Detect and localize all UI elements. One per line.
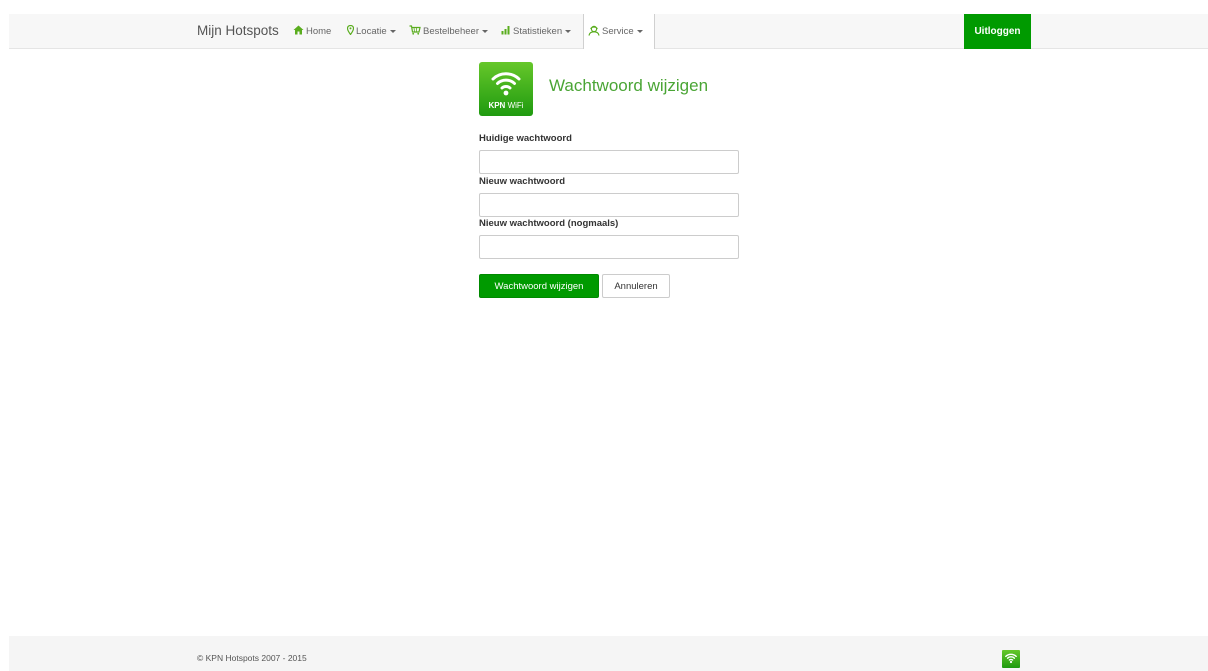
new-password-field[interactable]	[479, 193, 739, 217]
nav-statistieken[interactable]: Statistieken	[501, 14, 572, 49]
change-password-button[interactable]: Wachtwoord wijzigen	[479, 274, 599, 298]
wifi-icon	[1005, 653, 1017, 664]
nav-bestelbeheer-label: Bestelbeheer	[423, 26, 479, 37]
top-navbar: Mijn Hotspots Home Locatie Bestelbeheer …	[9, 14, 1208, 49]
copyright-text: © KPN Hotspots 2007 - 2015	[197, 653, 307, 663]
logo-kpn-text: KPN	[488, 101, 506, 110]
kpn-wifi-small-logo	[1002, 650, 1020, 668]
nav-statistieken-label: Statistieken	[513, 26, 563, 37]
new-password-label: Nieuw wachtwoord	[479, 176, 566, 187]
cancel-button[interactable]: Annuleren	[602, 274, 670, 298]
nav-locatie-label: Locatie	[356, 26, 387, 37]
brand-title[interactable]: Mijn Hotspots	[197, 23, 279, 38]
home-icon	[293, 25, 304, 38]
nav-service-label: Service	[602, 26, 634, 37]
page-title: Wachtwoord wijzigen	[549, 76, 709, 95]
footer: © KPN Hotspots 2007 - 2015	[9, 636, 1208, 671]
current-password-field[interactable]	[479, 150, 739, 174]
map-marker-icon	[346, 24, 355, 38]
chevron-down-icon	[565, 30, 572, 33]
chevron-down-icon	[481, 30, 488, 33]
kpn-wifi-logo: KPN WiFi	[479, 62, 533, 116]
wifi-icon	[491, 72, 521, 96]
repeat-password-label: Nieuw wachtwoord (nogmaals)	[479, 218, 619, 229]
logout-button[interactable]: Uitloggen	[964, 14, 1031, 49]
support-icon	[588, 25, 600, 39]
nav-bestelbeheer[interactable]: Bestelbeheer	[409, 14, 488, 49]
nav-home[interactable]: Home	[293, 14, 331, 49]
chevron-down-icon	[636, 30, 643, 33]
logo-wifi-text: WiFi	[507, 101, 524, 110]
nav-service[interactable]: Service	[583, 14, 655, 49]
repeat-password-field[interactable]	[479, 235, 739, 259]
bar-chart-icon	[501, 25, 511, 38]
chevron-down-icon	[389, 30, 396, 33]
current-password-label: Huidige wachtwoord	[479, 133, 572, 144]
logo-text: KPN WiFi	[479, 101, 533, 110]
nav-home-label: Home	[306, 26, 332, 37]
nav-locatie[interactable]: Locatie	[346, 14, 396, 49]
cart-icon	[409, 25, 421, 38]
